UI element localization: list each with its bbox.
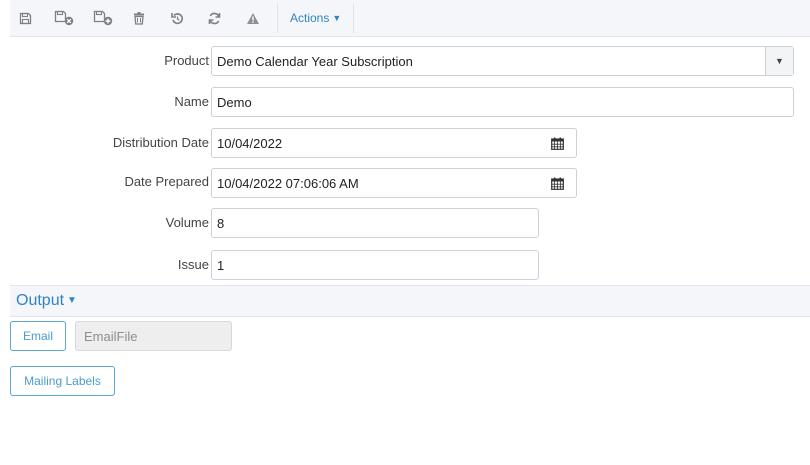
- volume-value: 8: [217, 215, 225, 231]
- volume-label: Volume: [165, 215, 209, 230]
- toolbar: Actions ▼: [10, 0, 810, 37]
- volume-input[interactable]: 8: [211, 208, 539, 238]
- output-toggle[interactable]: Output ▼: [16, 292, 77, 310]
- save-icon[interactable]: [12, 6, 38, 30]
- actions-menu[interactable]: Actions ▼: [290, 10, 341, 26]
- date-prepared-input[interactable]: 10/04/2022 07:06:06 AM: [211, 168, 539, 198]
- warning-icon[interactable]: [240, 6, 266, 30]
- calendar-icon: [550, 137, 564, 150]
- caret-down-icon: ▼: [332, 13, 342, 23]
- output-title: Output: [16, 292, 65, 309]
- toolbar-divider: [277, 4, 278, 33]
- name-label: Name: [174, 94, 209, 109]
- refresh-icon[interactable]: [201, 6, 227, 30]
- product-value: Demo Calendar Year Subscription: [217, 53, 413, 69]
- name-value: Demo: [217, 94, 252, 110]
- distribution-date-calendar-button[interactable]: [538, 128, 577, 158]
- date-prepared-value: 10/04/2022 07:06:06 AM: [217, 175, 359, 191]
- save-close-icon[interactable]: [53, 6, 79, 30]
- distribution-date-input[interactable]: 10/04/2022: [211, 128, 539, 158]
- undo-icon[interactable]: [164, 6, 190, 30]
- email-file-field: EmailFile: [75, 321, 232, 351]
- name-input[interactable]: Demo: [211, 87, 794, 117]
- date-prepared-calendar-button[interactable]: [538, 168, 577, 198]
- issue-value: 1: [217, 257, 225, 273]
- toolbar-divider: [353, 4, 354, 33]
- delete-icon[interactable]: [126, 6, 152, 30]
- calendar-icon: [550, 177, 564, 190]
- product-label: Product: [164, 53, 209, 68]
- dropdown-arrow-icon[interactable]: ▼: [765, 47, 793, 75]
- distribution-date-value: 10/04/2022: [217, 135, 283, 151]
- output-section-header: Output ▼: [10, 285, 810, 317]
- product-select[interactable]: Demo Calendar Year Subscription ▼: [211, 46, 794, 76]
- caret-down-icon: ▼: [67, 295, 77, 306]
- issue-label: Issue: [177, 257, 209, 272]
- issue-input[interactable]: 1: [211, 250, 539, 280]
- email-button[interactable]: Email: [10, 321, 66, 351]
- mailing-labels-button[interactable]: Mailing Labels: [10, 366, 115, 396]
- distribution-date-label: Distribution Date: [112, 135, 209, 150]
- save-new-icon[interactable]: [92, 6, 118, 30]
- email-file-value: EmailFile: [84, 328, 138, 344]
- date-prepared-label: Date Prepared: [124, 174, 209, 189]
- actions-label: Actions: [290, 11, 330, 25]
